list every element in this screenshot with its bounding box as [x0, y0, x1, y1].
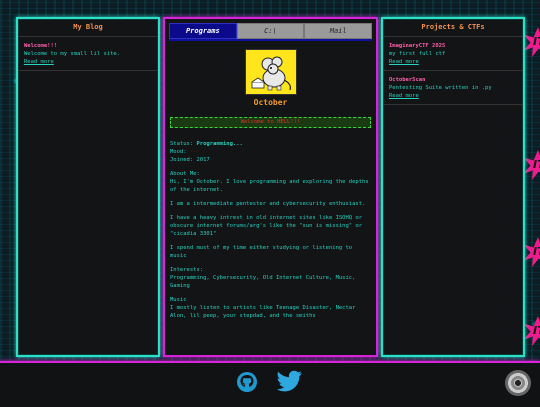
mood-value: --- — [189, 149, 200, 155]
about-heading: About Me: — [170, 171, 200, 177]
interests-text: Programming, Cybersecurity, Old Internet… — [170, 275, 356, 289]
profile-name: October — [253, 98, 288, 107]
project-title: ImaginaryCTF 2025 — [389, 43, 446, 49]
footer-bar — [0, 361, 540, 407]
music-text: I mostly listen to artists like Teenage … — [170, 305, 356, 319]
burst-badge: IT — [523, 27, 540, 57]
about-paragraph: I am a intermediate pentester and cybers… — [170, 201, 366, 207]
profile-panel: Programs C:\ Mail October Welcome to HEL… — [163, 17, 378, 357]
cd-icon[interactable] — [505, 370, 531, 396]
music-heading: Music — [170, 297, 187, 303]
read-more-link[interactable]: Read more — [24, 58, 54, 66]
blog-post-title: Welcome!!! — [24, 43, 58, 49]
profile-content: Status: Programming... Mood: --- Joined:… — [170, 140, 370, 326]
mood-line: Mood: --- — [170, 149, 200, 155]
twitter-icon[interactable] — [275, 370, 303, 394]
tab-programs[interactable]: Programs — [169, 23, 237, 39]
project-post: ImaginaryCTF 2025 my first full ctf Read… — [383, 37, 523, 71]
tab-underline — [169, 39, 372, 41]
read-more-link[interactable]: Read more — [389, 92, 419, 100]
tab-mail[interactable]: Mail — [304, 23, 373, 39]
welcome-banner: Welcome to HELL!!! — [170, 117, 371, 128]
read-more-link[interactable]: Read more — [389, 58, 419, 66]
joined-value: 2017 — [196, 157, 210, 163]
blog-panel-title: My Blog — [18, 19, 158, 37]
burst-badge: IT — [523, 150, 540, 180]
status-value: Programming... — [196, 141, 243, 147]
projects-panel: Projects & CTFs ImaginaryCTF 2025 my fir… — [381, 17, 525, 357]
tab-c-drive[interactable]: C:\ — [236, 23, 305, 39]
projects-panel-title: Projects & CTFs — [383, 19, 523, 37]
about-paragraph: I spend must of my time either studying … — [170, 245, 353, 259]
blog-post: Welcome!!! Welcome to my small lil site.… — [18, 37, 158, 71]
github-icon[interactable] — [237, 372, 257, 392]
project-text: Pentesting Suite written in .py — [389, 85, 492, 91]
mouse-avatar-icon — [245, 49, 297, 95]
burst-badge: IT — [523, 316, 540, 346]
about-paragraph: I have a heavy intrest in old internet s… — [170, 215, 363, 237]
joined-line: Joined: 2017 — [170, 157, 210, 163]
status-line: Status: Programming... — [170, 141, 243, 147]
interests-heading: Interests: — [170, 267, 204, 273]
project-text: my first full ctf — [389, 51, 446, 57]
project-title: OctoberScan — [389, 77, 426, 83]
burst-badge: IT — [523, 237, 540, 267]
about-paragraph: Hi, I'm October. I love programming and … — [170, 179, 369, 193]
tab-bar: Programs C:\ Mail — [169, 23, 373, 39]
project-post: OctoberScan Pentesting Suite written in … — [383, 71, 523, 105]
blog-post-text: Welcome to my small lil site. — [24, 51, 121, 57]
blog-panel: My Blog Welcome!!! Welcome to my small l… — [16, 17, 160, 357]
